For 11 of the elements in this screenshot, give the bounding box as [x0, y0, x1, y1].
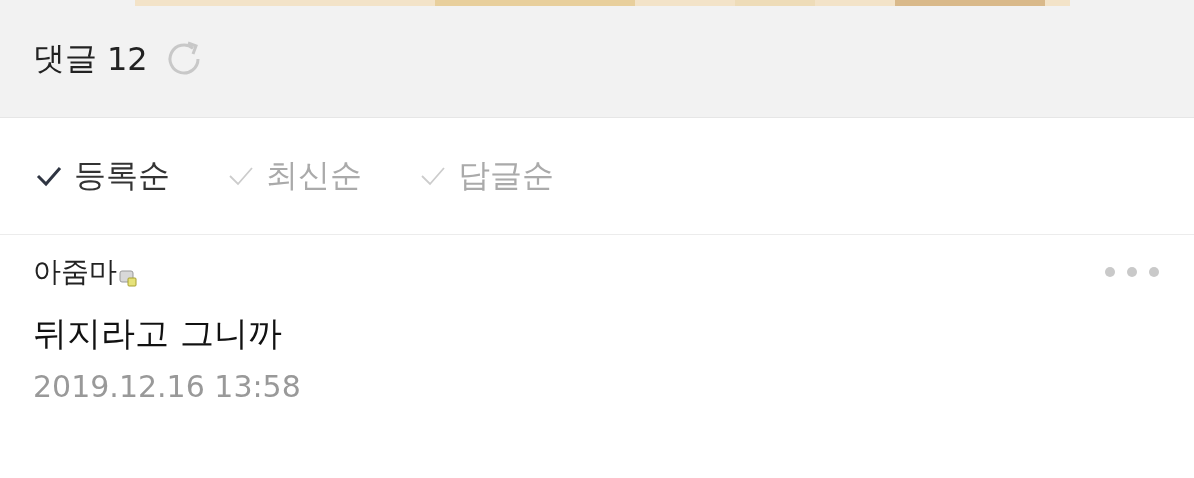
- comment-author[interactable]: 아줌마: [33, 253, 117, 291]
- check-icon: [36, 165, 62, 187]
- comment-count: 12: [107, 40, 148, 78]
- check-icon: [420, 165, 446, 187]
- more-icon[interactable]: [1104, 266, 1160, 278]
- sort-option[interactable]: 등록순: [36, 154, 170, 198]
- comment-date: 2019.12.16 13:58: [33, 369, 302, 404]
- member-badge-icon: [119, 269, 137, 287]
- comment-text: 뒤지라고 그니까: [33, 312, 283, 355]
- check-icon: [228, 165, 254, 187]
- comments-title: 댓글: [33, 38, 97, 79]
